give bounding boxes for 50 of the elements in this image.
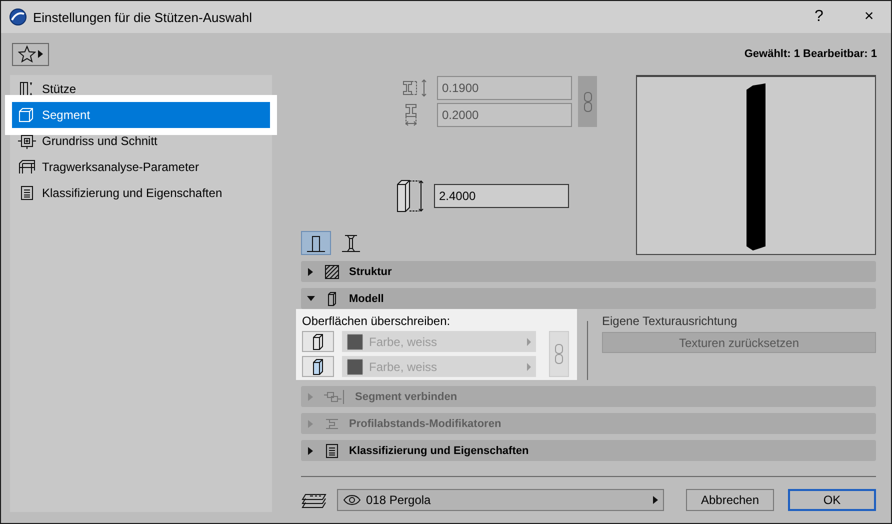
sidebar-item[interactable]: Segment — [12, 102, 270, 128]
view-toggle-button[interactable] — [301, 231, 331, 255]
section-header[interactable]: Modell — [301, 288, 876, 309]
ok-button[interactable]: OK — [788, 488, 876, 510]
expand-triangle-icon — [307, 392, 315, 400]
profile-view-icon — [340, 233, 362, 253]
sidebar-item[interactable]: Stütze — [12, 76, 270, 102]
sidebar-item[interactable]: Tragwerksanalyse-Parameter — [12, 154, 270, 180]
checker-swatch-icon — [347, 358, 363, 374]
close-button[interactable]: × — [847, 1, 891, 33]
chain-icon — [582, 90, 592, 112]
surfaces-label: Oberflächen überschreiben: — [302, 314, 452, 328]
caret-icon — [38, 50, 43, 58]
depth-profile-icon — [405, 103, 417, 127]
caret-icon — [527, 338, 531, 346]
sidebar-item[interactable]: Grundriss und Schnitt — [12, 128, 270, 154]
help-button[interactable]: ? — [797, 1, 841, 33]
texture-label: Eigene Texturausrichtung — [602, 314, 738, 328]
column-side-icon — [311, 358, 325, 376]
expand-triangle-icon — [307, 268, 315, 276]
expand-triangle-icon — [307, 446, 315, 454]
document-icon — [18, 185, 36, 201]
connector-icon — [324, 388, 346, 404]
box-icon — [18, 107, 36, 123]
input-field[interactable]: 2.4000 — [434, 184, 569, 208]
expand-triangle-icon — [307, 420, 315, 428]
eye-icon — [343, 494, 361, 506]
floor-plan-icon — [18, 133, 36, 149]
app-logo-icon — [9, 8, 27, 26]
collapse-triangle-icon — [307, 294, 315, 302]
caret-icon — [653, 496, 658, 504]
caret-icon — [527, 362, 531, 370]
sidebar-item[interactable]: Klassifizierung und Eigenschaften — [12, 180, 270, 206]
section-header[interactable]: Klassifizierung und Eigenschaften — [301, 440, 876, 461]
cancel-button[interactable]: Abbrechen — [686, 488, 774, 510]
structure-icon — [18, 159, 36, 175]
layer-dropdown[interactable]: 018 Pergola — [337, 488, 664, 510]
hatch-icon — [324, 264, 340, 280]
surface-side-button[interactable] — [302, 356, 334, 377]
document-icon — [324, 442, 340, 458]
column-view-icon — [305, 233, 327, 253]
favorites-button[interactable] — [12, 42, 49, 66]
checker-swatch-icon — [347, 334, 363, 350]
chain-icon — [554, 343, 564, 365]
star-icon — [18, 45, 36, 63]
column-side-icon — [311, 332, 325, 350]
window-title: Einstellungen für die Stützen-Auswahl — [33, 10, 253, 24]
selection-info: Gewählt: 1 Bearbeitbar: 1 — [744, 48, 877, 60]
surface-side-button[interactable] — [302, 331, 334, 352]
section-header[interactable]: Struktur — [301, 261, 876, 282]
